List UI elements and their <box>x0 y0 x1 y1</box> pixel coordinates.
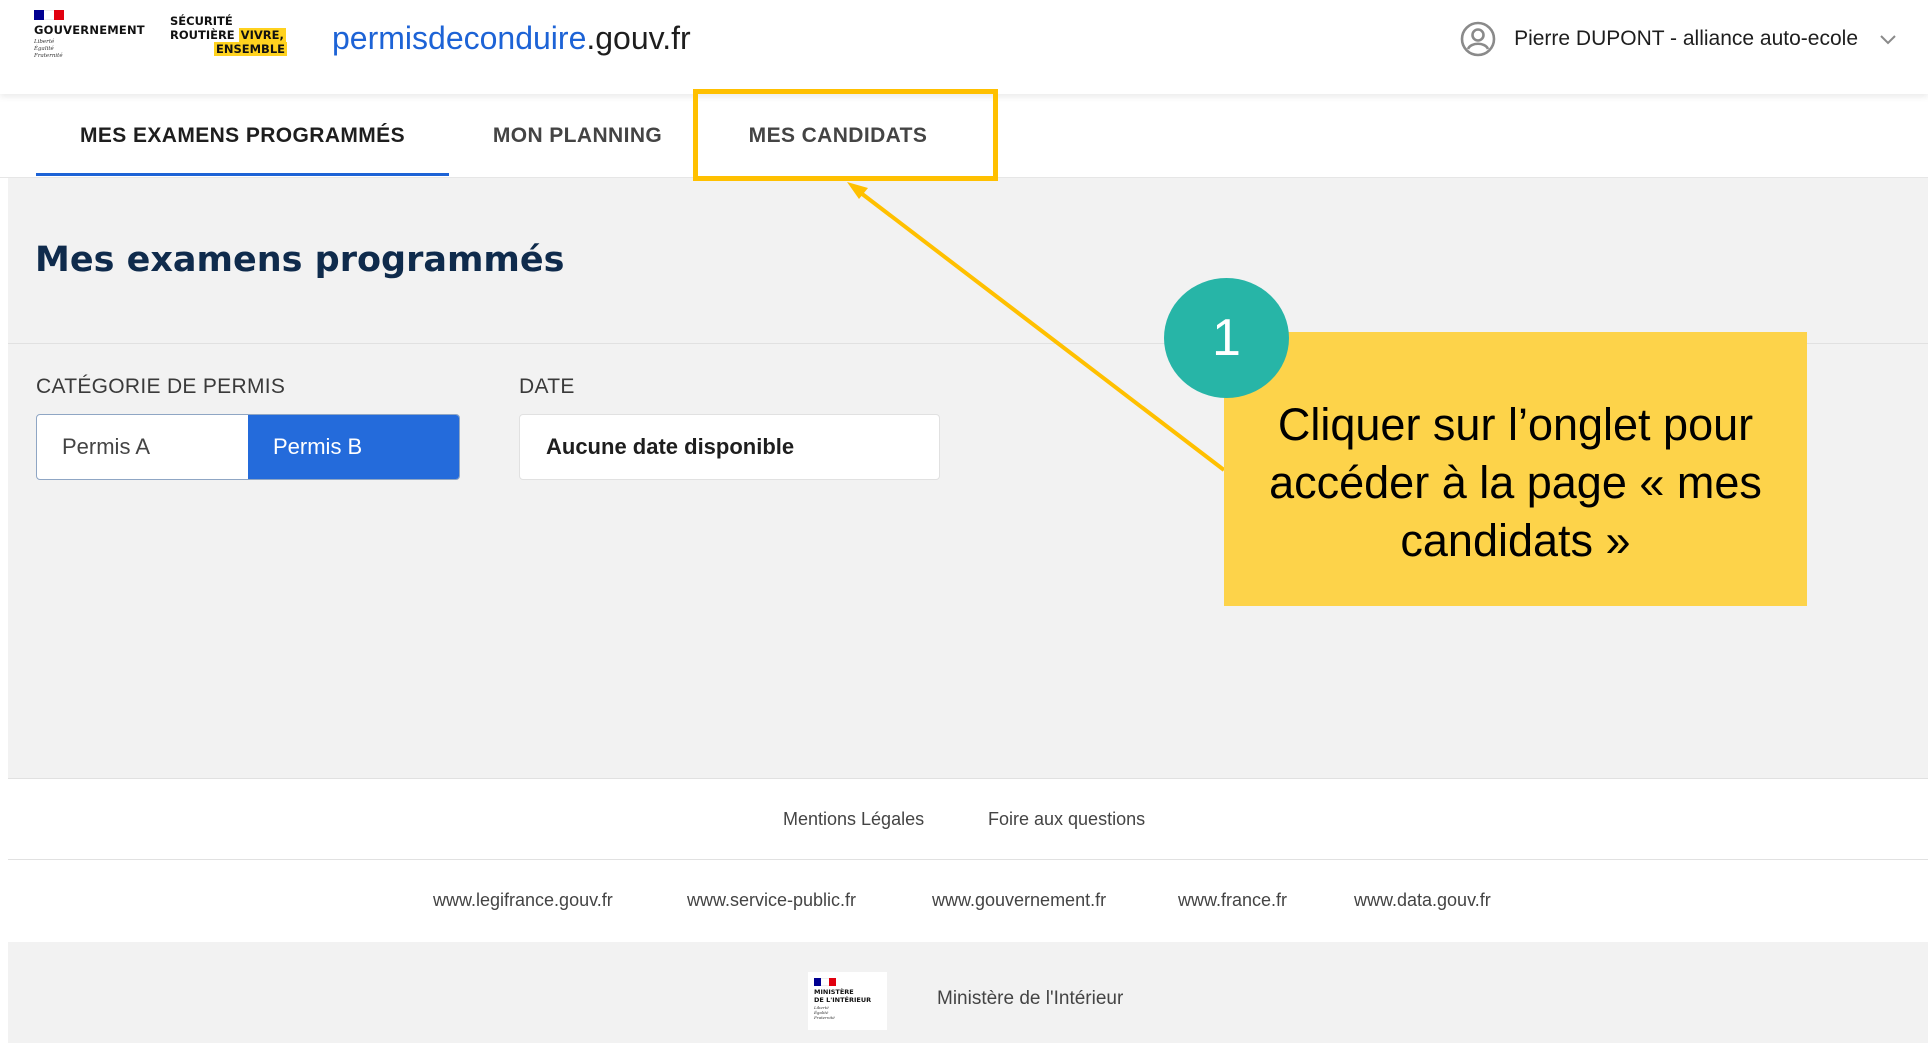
french-flag-icon <box>814 978 836 986</box>
user-avatar-icon <box>1460 21 1496 57</box>
sr-line-1: SÉCURITÉ <box>170 14 233 28</box>
footer-link-france[interactable]: www.france.fr <box>1178 890 1287 911</box>
sr-line-2: ROUTIÈRE VIVRE, <box>170 28 286 42</box>
callout-text: Cliquer sur l’onglet pour accéder à la p… <box>1269 399 1762 566</box>
ministry-logo-text: MINISTÈRE DE L'INTÉRIEUR <box>814 988 872 1004</box>
date-label: DATE <box>519 375 575 398</box>
gov-logo-text: GOUVERNEMENT <box>34 23 145 37</box>
ministere-interieur-logo[interactable]: MINISTÈRE DE L'INTÉRIEUR Liberté Égalité… <box>808 972 887 1030</box>
tab-highlight-box <box>693 89 998 181</box>
user-name: Pierre DUPONT - alliance auto-ecole <box>1514 27 1858 50</box>
footer-links-partners: www.legifrance.gouv.fr www.service-publi… <box>8 860 1928 942</box>
site-name-link[interactable]: permisdeconduire.gouv.fr <box>332 20 691 57</box>
french-flag-icon <box>34 10 64 20</box>
securite-routiere-logo[interactable]: SÉCURITÉ ROUTIÈRE VIVRE, ENSEMBLE <box>170 14 300 56</box>
tab-mon-planning[interactable]: MON PLANNING <box>470 94 685 178</box>
footer-link-data-gouv[interactable]: www.data.gouv.fr <box>1354 890 1491 911</box>
footer-link-gouvernement[interactable]: www.gouvernement.fr <box>932 890 1106 911</box>
category-selector: Permis A Permis B <box>36 414 460 480</box>
site-header: GOUVERNEMENT Liberté Égalité Fraternité … <box>0 0 1928 94</box>
user-menu[interactable]: Pierre DUPONT - alliance auto-ecole <box>1460 20 1898 58</box>
sr-line-3: ENSEMBLE <box>214 42 288 56</box>
tab-mes-examens-programmes[interactable]: MES EXAMENS PROGRAMMÉS <box>36 94 449 178</box>
gov-devise: Liberté Égalité Fraternité <box>34 39 63 59</box>
ministry-devise: Liberté Égalité Fraternité <box>814 1005 835 1020</box>
footer-link-mentions-legales[interactable]: Mentions Légales <box>783 809 924 830</box>
footer-links-primary: Mentions Légales Foire aux questions <box>8 778 1928 860</box>
footer-link-legifrance[interactable]: www.legifrance.gouv.fr <box>433 890 613 911</box>
step-number-badge: 1 <box>1164 278 1289 398</box>
footer-link-faq[interactable]: Foire aux questions <box>988 809 1145 830</box>
ministry-label: Ministère de l'Intérieur <box>937 988 1124 1009</box>
category-option-permis-a[interactable]: Permis A <box>37 415 248 479</box>
category-label: CATÉGORIE DE PERMIS <box>36 375 286 398</box>
date-select[interactable]: Aucune date disponible <box>519 414 940 480</box>
footer-link-service-public[interactable]: www.service-public.fr <box>687 890 856 911</box>
gouvernement-logo[interactable]: GOUVERNEMENT Liberté Égalité Fraternité <box>34 10 154 66</box>
instruction-callout: Cliquer sur l’onglet pour accéder à la p… <box>1224 332 1807 606</box>
footer-ministry: MINISTÈRE DE L'INTÉRIEUR Liberté Égalité… <box>8 942 1928 1043</box>
page-title: Mes examens programmés <box>35 240 565 280</box>
category-option-permis-b[interactable]: Permis B <box>248 415 459 479</box>
chevron-down-icon[interactable] <box>1878 29 1898 49</box>
